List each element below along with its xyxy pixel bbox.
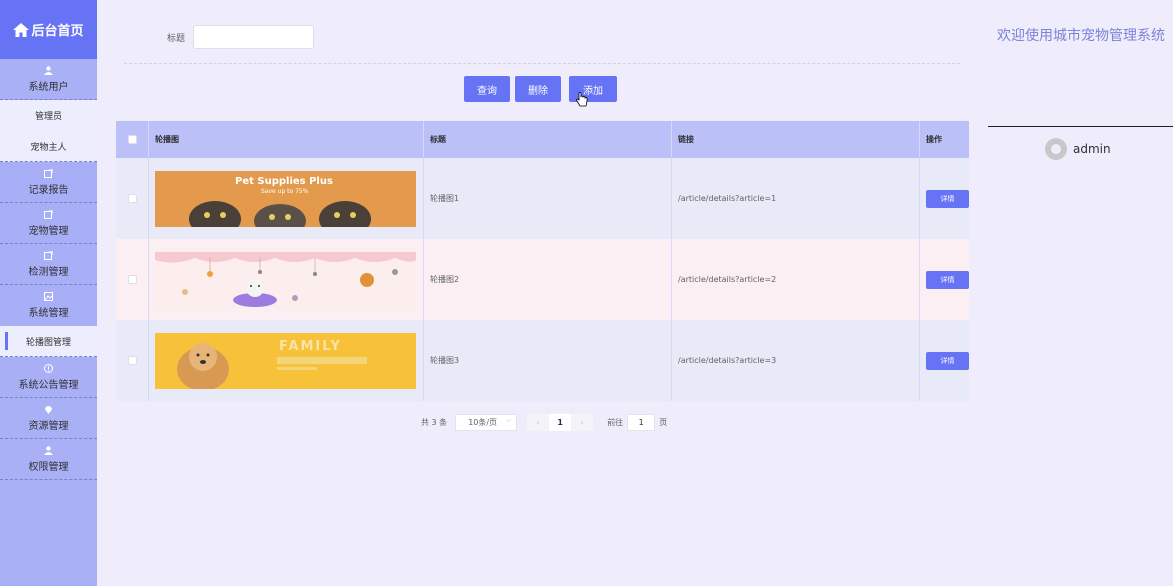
row-action-cell: 详情 bbox=[920, 158, 969, 239]
sidebar-item-detect[interactable]: 检测管理 bbox=[0, 244, 97, 285]
row-image-cell bbox=[149, 239, 424, 320]
select-all-checkbox[interactable] bbox=[127, 135, 137, 144]
user-profile[interactable]: admin bbox=[1045, 138, 1111, 160]
home-icon bbox=[13, 22, 30, 37]
divider bbox=[124, 63, 960, 64]
edit-icon bbox=[44, 250, 53, 260]
row-checkbox[interactable] bbox=[127, 356, 137, 365]
banner-title: Pet Supplies Plus bbox=[235, 175, 333, 187]
brand-home[interactable]: 后台首页 bbox=[0, 0, 97, 59]
banner-image-cartoon-pets bbox=[155, 251, 416, 308]
row-action-cell: 详情 bbox=[920, 239, 969, 320]
banner-subtitle: Save up to 75% bbox=[261, 187, 309, 195]
edit-icon bbox=[44, 168, 53, 178]
table-row: FAMILY 轮播图3 /article/details?article=3 详… bbox=[116, 320, 969, 401]
sidebar-item-label: 资源管理 bbox=[28, 420, 69, 432]
edit-icon bbox=[44, 209, 53, 219]
user-icon bbox=[44, 445, 53, 455]
sidebar-item-notice[interactable]: 系统公告管理 bbox=[0, 357, 97, 398]
sidebar-item-system[interactable]: 系统管理 bbox=[0, 285, 97, 326]
column-header-image: 轮播图 bbox=[149, 121, 424, 158]
image-icon bbox=[44, 292, 53, 301]
row-checkbox[interactable] bbox=[127, 194, 137, 203]
row-select-cell bbox=[116, 158, 149, 239]
chevron-right-icon: › bbox=[580, 418, 584, 427]
next-page-button[interactable]: › bbox=[571, 414, 594, 431]
pager-total: 共 3 条 bbox=[421, 418, 448, 427]
row-image-cell: Pet Supplies Plus Save up to 75% bbox=[149, 158, 424, 239]
pager-goto-label: 前往 bbox=[607, 418, 624, 427]
user-name: admin bbox=[1073, 142, 1111, 156]
info-icon bbox=[44, 363, 53, 373]
row-select-cell bbox=[116, 239, 149, 320]
row-checkbox[interactable] bbox=[127, 275, 137, 284]
search-label: 标题 bbox=[167, 34, 186, 44]
query-button[interactable]: 查询 bbox=[464, 76, 510, 102]
sidebar-item-label: 系统公告管理 bbox=[18, 379, 79, 391]
select-all-cell bbox=[116, 121, 149, 158]
sidebar-item-label: 系统用户 bbox=[28, 81, 69, 93]
sidebar-subitem-carousel[interactable]: 轮播图管理 bbox=[0, 326, 97, 357]
page-jump-input[interactable]: 1 bbox=[627, 414, 656, 431]
sidebar-subitem-admin[interactable]: 管理员 bbox=[0, 100, 97, 131]
sidebar-item-label: 检测管理 bbox=[28, 266, 69, 278]
banner-title: FAMILY bbox=[279, 338, 342, 354]
sidebar: 后台首页 系统用户 管理员 宠物主人 记录报告 宠物管理 检测管理 系统管理 轮… bbox=[0, 0, 97, 586]
detail-button[interactable]: 详情 bbox=[926, 270, 969, 289]
page-size-select[interactable]: 10条/页 bbox=[455, 414, 518, 431]
row-title: 轮播图1 bbox=[424, 158, 672, 239]
user-icon bbox=[44, 65, 53, 75]
table-header: 轮播图 标题 链接 操作 bbox=[116, 121, 969, 158]
chevron-left-icon: ‹ bbox=[536, 418, 540, 427]
page-number-current[interactable]: 1 bbox=[549, 414, 572, 431]
banner-image-pet-supplies: Pet Supplies Plus Save up to 75% bbox=[155, 170, 416, 227]
avatar bbox=[1045, 138, 1067, 160]
table-row: 轮播图2 /article/details?article=2 详情 bbox=[116, 239, 969, 320]
detail-button[interactable]: 详情 bbox=[926, 189, 969, 208]
pagination: 共 3 条 10条/页 ‹ 1 › 前往 1 页 bbox=[421, 414, 667, 431]
banner-image-family-dog: FAMILY bbox=[155, 332, 416, 389]
header-divider bbox=[988, 126, 1173, 127]
row-link: /article/details?article=1 bbox=[672, 158, 920, 239]
carousel-table: 轮播图 标题 链接 操作 Pet Supplies Plus Save up t… bbox=[116, 121, 969, 401]
sidebar-item-record[interactable]: 记录报告 bbox=[0, 162, 97, 203]
sidebar-item-label: 权限管理 bbox=[28, 461, 69, 473]
sidebar-item-system-user[interactable]: 系统用户 bbox=[0, 59, 97, 100]
sidebar-item-pet[interactable]: 宠物管理 bbox=[0, 203, 97, 244]
row-link: /article/details?article=2 bbox=[672, 239, 920, 320]
page-size-value: 10条/页 bbox=[468, 418, 498, 427]
cartoon-illustration bbox=[155, 251, 416, 307]
sidebar-item-resource[interactable]: 资源管理 bbox=[0, 398, 97, 439]
pager-page-unit: 页 bbox=[659, 418, 668, 427]
sidebar-subitem-label: 宠物主人 bbox=[30, 142, 67, 153]
row-title: 轮播图2 bbox=[424, 239, 672, 320]
sidebar-item-label: 记录报告 bbox=[28, 184, 69, 196]
sidebar-item-label: 系统管理 bbox=[28, 308, 69, 319]
column-header-link: 链接 bbox=[672, 121, 920, 158]
sidebar-item-label: 宠物管理 bbox=[28, 225, 69, 237]
detail-button[interactable]: 详情 bbox=[926, 351, 969, 370]
row-select-cell bbox=[116, 320, 149, 401]
row-link: /article/details?article=3 bbox=[672, 320, 920, 401]
sidebar-item-permission[interactable]: 权限管理 bbox=[0, 439, 97, 480]
sidebar-subitem-label: 轮播图管理 bbox=[25, 337, 71, 348]
welcome-text: 欢迎使用城市宠物管理系统 bbox=[997, 28, 1165, 44]
row-title: 轮播图3 bbox=[424, 320, 672, 401]
sidebar-subitem-label: 管理员 bbox=[34, 112, 62, 122]
prev-page-button[interactable]: ‹ bbox=[527, 414, 550, 431]
row-image-cell: FAMILY bbox=[149, 320, 424, 401]
row-action-cell: 详情 bbox=[920, 320, 969, 401]
search-input[interactable] bbox=[193, 25, 314, 49]
column-header-action: 操作 bbox=[926, 135, 942, 144]
sidebar-subitem-owner[interactable]: 宠物主人 bbox=[0, 131, 97, 162]
table-row: Pet Supplies Plus Save up to 75% 轮播图1 /a… bbox=[116, 158, 969, 239]
delete-button[interactable]: 删除 bbox=[515, 76, 561, 102]
brand-text: 后台首页 bbox=[31, 24, 84, 39]
hand-cursor-icon bbox=[576, 92, 588, 107]
location-icon bbox=[45, 405, 52, 414]
column-header-title: 标题 bbox=[424, 121, 672, 158]
